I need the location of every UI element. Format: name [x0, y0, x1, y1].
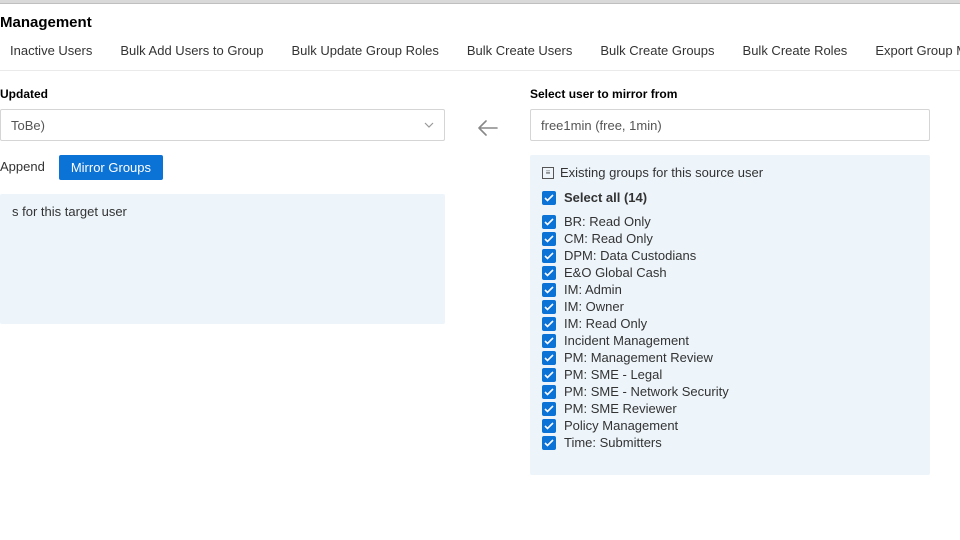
source-panel-header: ≡ Existing groups for this source user [542, 165, 918, 180]
append-button[interactable]: Append [0, 155, 45, 180]
group-checkbox[interactable] [542, 283, 556, 297]
right-column: Select user to mirror from free1min (fre… [530, 87, 960, 475]
source-panel-header-text: Existing groups for this source user [560, 165, 763, 180]
chevron-down-icon [424, 119, 434, 131]
list-icon: ≡ [542, 167, 554, 179]
group-row[interactable]: IM: Admin [542, 281, 918, 298]
group-label: IM: Owner [564, 299, 624, 314]
group-row[interactable]: Incident Management [542, 332, 918, 349]
group-label: IM: Read Only [564, 316, 647, 331]
group-label: Policy Management [564, 418, 678, 433]
group-row[interactable]: PM: SME - Network Security [542, 383, 918, 400]
source-user-value: free1min (free, 1min) [541, 118, 662, 133]
group-row[interactable]: PM: SME - Legal [542, 366, 918, 383]
group-label: PM: SME - Network Security [564, 384, 729, 399]
group-row[interactable]: PM: SME Reviewer [542, 400, 918, 417]
arrow-left-icon[interactable] [477, 119, 499, 140]
tab-bulk-create-users[interactable]: Bulk Create Users [467, 43, 572, 58]
group-row[interactable]: BR: Read Only [542, 213, 918, 230]
group-checkbox[interactable] [542, 419, 556, 433]
group-row[interactable]: E&O Global Cash [542, 264, 918, 281]
group-label: E&O Global Cash [564, 265, 667, 280]
group-row[interactable]: PM: Management Review [542, 349, 918, 366]
target-panel-header-text: s for this target user [12, 204, 127, 219]
group-checkbox[interactable] [542, 385, 556, 399]
page-title: Management [0, 4, 960, 37]
group-checkbox[interactable] [542, 351, 556, 365]
group-row[interactable]: Policy Management [542, 417, 918, 434]
source-groups-panel: ≡ Existing groups for this source user S… [530, 155, 930, 475]
group-checkbox[interactable] [542, 232, 556, 246]
group-checkbox[interactable] [542, 317, 556, 331]
mirror-groups-button[interactable]: Mirror Groups [59, 155, 163, 180]
group-checkbox[interactable] [542, 436, 556, 450]
group-label: PM: SME Reviewer [564, 401, 677, 416]
group-row[interactable]: IM: Read Only [542, 315, 918, 332]
group-checkbox[interactable] [542, 368, 556, 382]
group-label: Time: Submitters [564, 435, 662, 450]
group-checkbox[interactable] [542, 249, 556, 263]
group-row[interactable]: Time: Submitters [542, 434, 918, 451]
group-checkbox[interactable] [542, 215, 556, 229]
group-row[interactable]: IM: Owner [542, 298, 918, 315]
action-buttons: Append Mirror Groups [0, 155, 445, 180]
target-panel-header: s for this target user [12, 204, 433, 219]
tab-bulk-create-roles[interactable]: Bulk Create Roles [743, 43, 848, 58]
source-user-input[interactable]: free1min (free, 1min) [530, 109, 930, 141]
tab-inactive-users[interactable]: Inactive Users [10, 43, 92, 58]
group-label: CM: Read Only [564, 231, 653, 246]
tab-bulk-update-roles[interactable]: Bulk Update Group Roles [291, 43, 438, 58]
group-label: PM: Management Review [564, 350, 713, 365]
tab-export-members[interactable]: Export Group Members [875, 43, 960, 58]
transfer-column [445, 87, 530, 475]
source-user-label: Select user to mirror from [530, 87, 930, 101]
groups-list: BR: Read Only CM: Read Only DPM: Data Cust… [542, 213, 918, 451]
group-checkbox[interactable] [542, 334, 556, 348]
target-user-label: Updated [0, 87, 445, 101]
tab-bar: Inactive Users Bulk Add Users to Group B… [0, 37, 960, 71]
target-groups-panel: s for this target user [0, 194, 445, 324]
group-label: PM: SME - Legal [564, 367, 662, 382]
target-user-value: ToBe) [11, 118, 45, 133]
select-all-row[interactable]: Select all (14) [542, 190, 918, 205]
tab-bulk-create-groups[interactable]: Bulk Create Groups [600, 43, 714, 58]
group-label: IM: Admin [564, 282, 622, 297]
group-label: Incident Management [564, 333, 689, 348]
content-area: Updated ToBe) Append Mirror Groups s for… [0, 71, 960, 475]
select-all-checkbox[interactable] [542, 191, 556, 205]
group-label: DPM: Data Custodians [564, 248, 696, 263]
group-checkbox[interactable] [542, 266, 556, 280]
target-user-select[interactable]: ToBe) [0, 109, 445, 141]
group-checkbox[interactable] [542, 402, 556, 416]
select-all-label: Select all (14) [564, 190, 647, 205]
left-column: Updated ToBe) Append Mirror Groups s for… [0, 87, 445, 475]
group-row[interactable]: CM: Read Only [542, 230, 918, 247]
group-label: BR: Read Only [564, 214, 651, 229]
tab-bulk-add-users[interactable]: Bulk Add Users to Group [120, 43, 263, 58]
group-checkbox[interactable] [542, 300, 556, 314]
group-row[interactable]: DPM: Data Custodians [542, 247, 918, 264]
